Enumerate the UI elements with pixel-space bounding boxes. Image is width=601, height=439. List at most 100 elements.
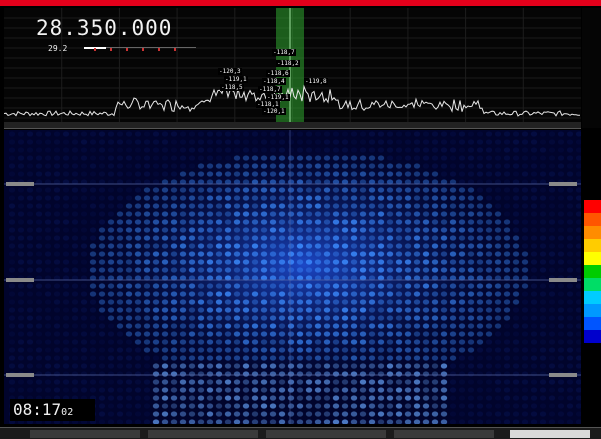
waterfall-cell: [26, 355, 34, 361]
waterfall-cell: [386, 387, 394, 393]
waterfall-cell: [152, 203, 160, 209]
waterfall-cell: [404, 187, 412, 193]
waterfall-cell: [296, 339, 304, 345]
waterfall-cell: [179, 203, 187, 209]
waterfall-cell: [161, 355, 169, 361]
waterfall-cell: [26, 155, 34, 161]
frequency-readout[interactable]: 28.350.000: [36, 16, 172, 40]
waterfall-cell: [215, 291, 223, 297]
waterfall-cell: [287, 307, 295, 313]
waterfall-cell: [152, 315, 160, 321]
status-segment[interactable]: [394, 430, 494, 438]
waterfall-cell: [476, 187, 484, 193]
waterfall-cell: [359, 387, 367, 393]
waterfall-cell: [359, 267, 367, 273]
waterfall-cell: [476, 163, 484, 169]
waterfall-cell: [359, 235, 367, 241]
status-segment[interactable]: [148, 430, 258, 438]
waterfall-cell: [305, 339, 313, 345]
waterfall-cell: [530, 323, 538, 329]
waterfall-cell: [62, 355, 70, 361]
waterfall-cell: [314, 347, 322, 353]
waterfall-cell: [467, 315, 475, 321]
waterfall-cell: [53, 235, 61, 241]
waterfall-cell: [170, 195, 178, 201]
waterfall-cell: [296, 363, 304, 369]
waterfall-cell: [161, 363, 169, 369]
waterfall-cell: [413, 147, 421, 153]
waterfall-cell: [26, 347, 34, 353]
waterfall-cell: [332, 219, 340, 225]
waterfall-cell: [377, 395, 385, 401]
waterfall-cell: [260, 163, 268, 169]
waterfall-cell: [98, 139, 106, 145]
waterfall-cell: [287, 243, 295, 249]
waterfall-cell: [161, 259, 169, 265]
waterfall-cell: [134, 307, 142, 313]
waterfall-cell: [395, 147, 403, 153]
waterfall-cell: [71, 187, 79, 193]
waterfall-cell: [422, 323, 430, 329]
waterfall-cell: [251, 347, 259, 353]
waterfall-cell: [314, 323, 322, 329]
waterfall-cell: [296, 315, 304, 321]
waterfall-cell: [314, 139, 322, 145]
waterfall-cell: [548, 203, 556, 209]
waterfall-cell: [89, 339, 97, 345]
waterfall-cell: [377, 371, 385, 377]
waterfall-cell: [269, 195, 277, 201]
waterfall-cell: [350, 323, 358, 329]
waterfall-cell: [161, 387, 169, 393]
waterfall-cell: [89, 315, 97, 321]
waterfall-graph[interactable]: [4, 130, 581, 424]
waterfall-cell: [467, 163, 475, 169]
waterfall-cell: [233, 387, 241, 393]
legend-swatch: [584, 200, 601, 213]
waterfall-cell: [179, 403, 187, 409]
waterfall-cell: [548, 139, 556, 145]
waterfall-cell: [395, 187, 403, 193]
clock-hours-minutes: 08:17: [13, 400, 62, 419]
waterfall-cell: [449, 219, 457, 225]
waterfall-cell: [206, 195, 214, 201]
waterfall-cell: [179, 387, 187, 393]
waterfall-cell: [116, 387, 124, 393]
waterfall-cell: [260, 371, 268, 377]
status-segment[interactable]: [30, 430, 140, 438]
waterfall-cell: [143, 235, 151, 241]
waterfall-cell: [359, 155, 367, 161]
waterfall-cell: [332, 227, 340, 233]
waterfall-cell: [359, 323, 367, 329]
waterfall-cell: [557, 227, 565, 233]
waterfall-cell: [530, 403, 538, 409]
waterfall-cell: [386, 259, 394, 265]
waterfall-cell: [449, 379, 457, 385]
waterfall-cell: [116, 283, 124, 289]
waterfall-cell: [440, 147, 448, 153]
waterfall-cell: [548, 347, 556, 353]
status-segment[interactable]: [266, 430, 386, 438]
waterfall-cell: [278, 155, 286, 161]
waterfall-cell: [179, 219, 187, 225]
waterfall-cell: [512, 227, 520, 233]
waterfall-cell: [125, 363, 133, 369]
spectrum-display[interactable]: 28.350.000 29.2 -118,7 -118,2 -120,3 -11…: [4, 8, 581, 129]
waterfall-cell: [35, 387, 43, 393]
waterfall-cell: [422, 371, 430, 377]
waterfall-cell: [377, 211, 385, 217]
waterfall-cell: [17, 155, 25, 161]
waterfall-cell: [215, 387, 223, 393]
waterfall-cell: [26, 387, 34, 393]
waterfall-cell: [341, 323, 349, 329]
waterfall-cell: [188, 371, 196, 377]
waterfall-cell: [467, 331, 475, 337]
waterfall-cell: [242, 203, 250, 209]
waterfall-cell: [44, 379, 52, 385]
waterfall-cell: [386, 347, 394, 353]
status-button[interactable]: [510, 430, 590, 438]
waterfall-cell: [206, 315, 214, 321]
waterfall-cell: [359, 227, 367, 233]
waterfall-display[interactable]: [4, 130, 581, 424]
waterfall-cell: [143, 147, 151, 153]
waterfall-cell: [449, 323, 457, 329]
